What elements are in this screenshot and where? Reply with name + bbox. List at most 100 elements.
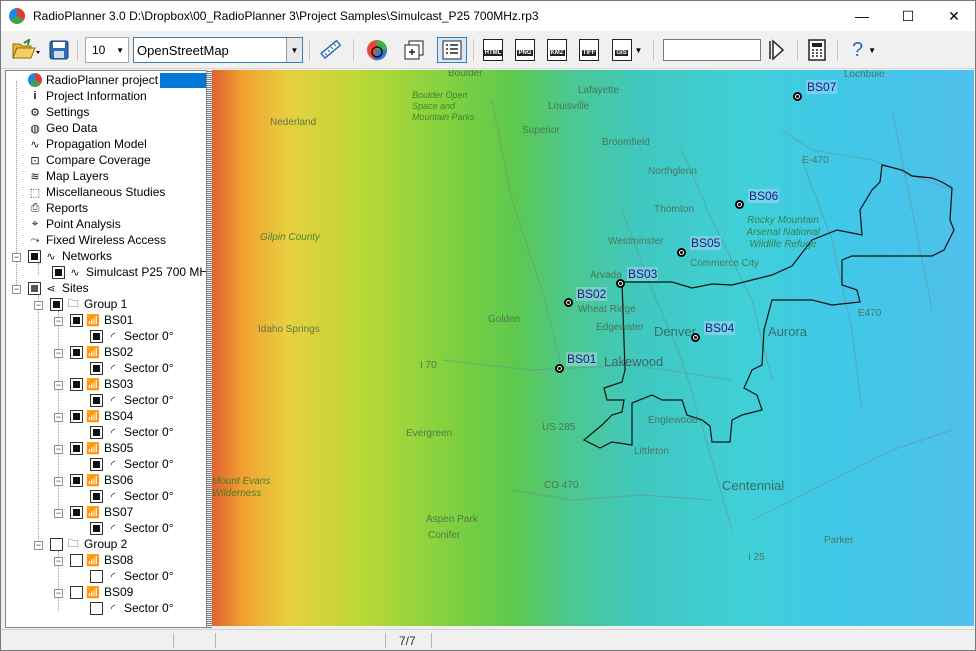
- tree-item-site-bs08[interactable]: 📶 BS08: [70, 552, 133, 568]
- search-input[interactable]: [663, 39, 761, 61]
- tree-item-sector[interactable]: ◜ Sector 0°: [90, 360, 174, 376]
- sector-checkbox[interactable]: [90, 601, 103, 615]
- site-marker-bs03[interactable]: [616, 279, 625, 288]
- sector-checkbox[interactable]: [90, 521, 103, 535]
- site-checkbox[interactable]: [70, 313, 83, 327]
- sites-checkbox[interactable]: [28, 281, 41, 295]
- tree-item-sector[interactable]: ◜ Sector 0°: [90, 488, 174, 504]
- export-tiff-button[interactable]: TIFF: [577, 37, 601, 63]
- tree-item-sector[interactable]: ◜ Sector 0°: [90, 424, 174, 440]
- networks-checkbox[interactable]: [28, 249, 41, 263]
- site-marker-bs01[interactable]: [555, 364, 564, 373]
- tree-item-fixed-wireless-access[interactable]: ⤳ Fixed Wireless Access: [28, 232, 166, 248]
- site-marker-bs06[interactable]: [735, 200, 744, 209]
- tree-item-project-information[interactable]: i Project Information: [28, 88, 146, 104]
- sector-checkbox[interactable]: [90, 569, 103, 583]
- collapse-site-toggle[interactable]: −: [54, 349, 63, 358]
- tree-item-site-bs09[interactable]: 📶 BS09: [70, 584, 133, 600]
- tree-item-sector[interactable]: ◜ Sector 0°: [90, 520, 174, 536]
- tree-item-sector[interactable]: ◜ Sector 0°: [90, 328, 174, 344]
- collapse-site-toggle[interactable]: −: [54, 477, 63, 486]
- site-checkbox[interactable]: [70, 553, 83, 567]
- site-checkbox[interactable]: [70, 505, 83, 519]
- tree-item-point-analysis[interactable]: ⌖ Point Analysis: [28, 216, 121, 232]
- tree-item-networks[interactable]: ∿ Networks: [28, 248, 112, 264]
- play-button[interactable]: [765, 37, 787, 63]
- tree-item-site-bs05[interactable]: 📶 BS05: [70, 440, 133, 456]
- sector-checkbox[interactable]: [90, 361, 103, 375]
- site-checkbox[interactable]: [70, 377, 83, 391]
- collapse-site-toggle[interactable]: −: [54, 557, 63, 566]
- tree-item-sector[interactable]: ◜ Sector 0°: [90, 600, 174, 616]
- export-kmz-button[interactable]: KMZ: [545, 37, 569, 63]
- collapse-group1-toggle[interactable]: −: [34, 301, 43, 310]
- sector-checkbox[interactable]: [90, 329, 103, 343]
- tree-item-compare-coverage[interactable]: ⊡ Compare Coverage: [28, 152, 150, 168]
- tree-item-project[interactable]: RadioPlanner project: [28, 72, 206, 88]
- tree-item-site-bs04[interactable]: 📶 BS04: [70, 408, 133, 424]
- zoom-level-select[interactable]: 10 ▼: [85, 37, 129, 63]
- sector-checkbox[interactable]: [90, 393, 103, 407]
- export-gis-button[interactable]: GIS ▼: [609, 37, 645, 63]
- site-checkbox[interactable]: [70, 409, 83, 423]
- collapse-site-toggle[interactable]: −: [54, 589, 63, 598]
- help-button[interactable]: ? ▼: [847, 37, 881, 63]
- tree-item-site-bs02[interactable]: 📶 BS02: [70, 344, 133, 360]
- tree-item-site-bs03[interactable]: 📶 BS03: [70, 376, 133, 392]
- site-marker-bs07[interactable]: [793, 92, 802, 101]
- collapse-sites-toggle[interactable]: −: [12, 285, 21, 294]
- map-label: Aspen Park: [426, 514, 478, 525]
- collapse-site-toggle[interactable]: −: [54, 381, 63, 390]
- sector-checkbox[interactable]: [90, 457, 103, 471]
- sector-checkbox[interactable]: [90, 425, 103, 439]
- site-marker-bs02[interactable]: [564, 298, 573, 307]
- tree-item-sites[interactable]: ⋖ Sites: [28, 280, 89, 296]
- export-png-button[interactable]: PNG: [513, 37, 537, 63]
- tree-item-site-bs07[interactable]: 📶 BS07: [70, 504, 133, 520]
- calculator-button[interactable]: [805, 37, 829, 63]
- collapse-site-toggle[interactable]: −: [54, 509, 63, 518]
- collapse-group2-toggle[interactable]: −: [34, 541, 43, 550]
- measure-ruler-button[interactable]: [317, 37, 343, 63]
- tree-item-map-layers[interactable]: ≋ Map Layers: [28, 168, 108, 184]
- tree-item-network-simulcast[interactable]: ∿ Simulcast P25 700 MHz: [52, 264, 206, 280]
- group1-checkbox[interactable]: [50, 297, 63, 311]
- group2-checkbox[interactable]: [50, 537, 63, 551]
- coverage-map[interactable]: Boulder Lafayette Lochbuie Louisville Su…: [212, 70, 974, 626]
- site-checkbox[interactable]: [70, 473, 83, 487]
- tree-item-group-2[interactable]: 🗀 Group 2: [50, 536, 127, 552]
- sector-checkbox[interactable]: [90, 489, 103, 503]
- collapse-networks-toggle[interactable]: −: [12, 253, 21, 262]
- collapse-site-toggle[interactable]: −: [54, 413, 63, 422]
- tree-item-reports[interactable]: ⎙ Reports: [28, 200, 88, 216]
- tree-item-sector[interactable]: ◜ Sector 0°: [90, 456, 174, 472]
- network-checkbox[interactable]: [52, 265, 65, 279]
- tree-item-sector[interactable]: ◜ Sector 0°: [90, 392, 174, 408]
- site-marker-bs05[interactable]: [677, 248, 686, 257]
- collapse-site-toggle[interactable]: −: [54, 317, 63, 326]
- tree-item-settings[interactable]: ⚙ Settings: [28, 104, 89, 120]
- tree-item-propagation-model[interactable]: ∿ Propagation Model: [28, 136, 146, 152]
- tree-item-sector[interactable]: ◜ Sector 0°: [90, 568, 174, 584]
- legend-list-button[interactable]: [437, 37, 467, 63]
- map-source-select[interactable]: OpenStreetMap ▼: [133, 37, 303, 63]
- rename-edit-box[interactable]: [160, 72, 206, 88]
- tree-item-site-bs06[interactable]: 📶 BS06: [70, 472, 133, 488]
- site-checkbox[interactable]: [70, 345, 83, 359]
- tree-item-site-bs01[interactable]: 📶 BS01: [70, 312, 133, 328]
- collapse-site-toggle[interactable]: −: [54, 445, 63, 454]
- site-marker-bs04[interactable]: [691, 333, 700, 342]
- maximize-button[interactable]: ☐: [885, 1, 931, 31]
- tree-item-miscellaneous-studies[interactable]: ⬚ Miscellaneous Studies: [28, 184, 166, 200]
- add-layer-button[interactable]: [401, 37, 427, 63]
- save-button[interactable]: [47, 37, 71, 63]
- export-html-button[interactable]: HTML: [481, 37, 505, 63]
- site-checkbox[interactable]: [70, 441, 83, 455]
- calculate-coverage-button[interactable]: [363, 37, 391, 63]
- tree-item-geo-data[interactable]: ◍ Geo Data: [28, 120, 97, 136]
- close-button[interactable]: ✕: [931, 1, 976, 31]
- site-checkbox[interactable]: [70, 585, 83, 599]
- open-project-button[interactable]: [9, 37, 43, 63]
- tree-item-group-1[interactable]: 🗀 Group 1: [50, 296, 127, 312]
- minimize-button[interactable]: —: [839, 1, 885, 31]
